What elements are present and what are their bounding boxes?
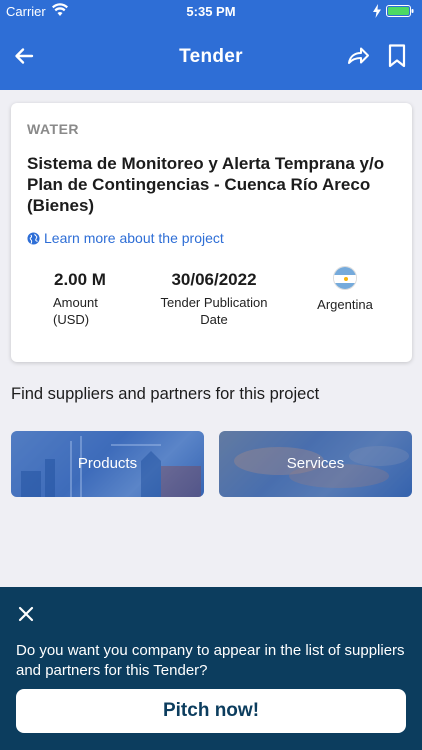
amount-label: Amount (USD) [53,295,98,327]
services-label: Services [286,455,345,472]
pitch-now-button[interactable]: Pitch now! [16,689,406,733]
pitch-question: Do you want you company to appear in the… [16,642,405,679]
nav-bar: Tender [0,22,422,90]
globe-icon [27,231,40,245]
argentina-flag-icon [333,266,357,290]
status-bar: Carrier 5:35 PM [0,0,422,22]
bookmark-icon[interactable] [384,42,410,70]
date-label: Tender Publication Date [160,295,268,327]
country-label: Argentina [317,297,373,312]
date-stat: 30/06/2022 Tender Publication Date [159,270,269,328]
amount-stat: 2.00 M Amount (USD) [47,270,113,328]
pitch-banner: Do you want you company to appear in the… [0,587,422,750]
charging-icon [373,4,381,18]
battery-icon [386,5,414,17]
clock-time: 5:35 PM [186,4,236,19]
share-icon[interactable] [344,42,372,70]
learn-more-link[interactable]: Learn more about the project [27,230,224,246]
tender-category: WATER [27,121,80,137]
suppliers-heading: Find suppliers and partners for this pro… [11,385,320,403]
services-button[interactable]: Services [219,431,412,497]
country-stat: Argentina [301,266,389,313]
tender-title: Sistema de Monitoreo y Alerta Temprana y… [27,154,385,215]
tender-card: WATER Sistema de Monitoreo y Alerta Temp… [11,103,412,362]
amount-value: 2.00 M [54,270,106,289]
learn-more-label: Learn more about the project [44,230,224,246]
products-button[interactable]: Products [11,431,204,497]
close-icon[interactable] [16,604,36,624]
date-value: 30/06/2022 [171,270,257,289]
products-label: Products [77,455,138,472]
